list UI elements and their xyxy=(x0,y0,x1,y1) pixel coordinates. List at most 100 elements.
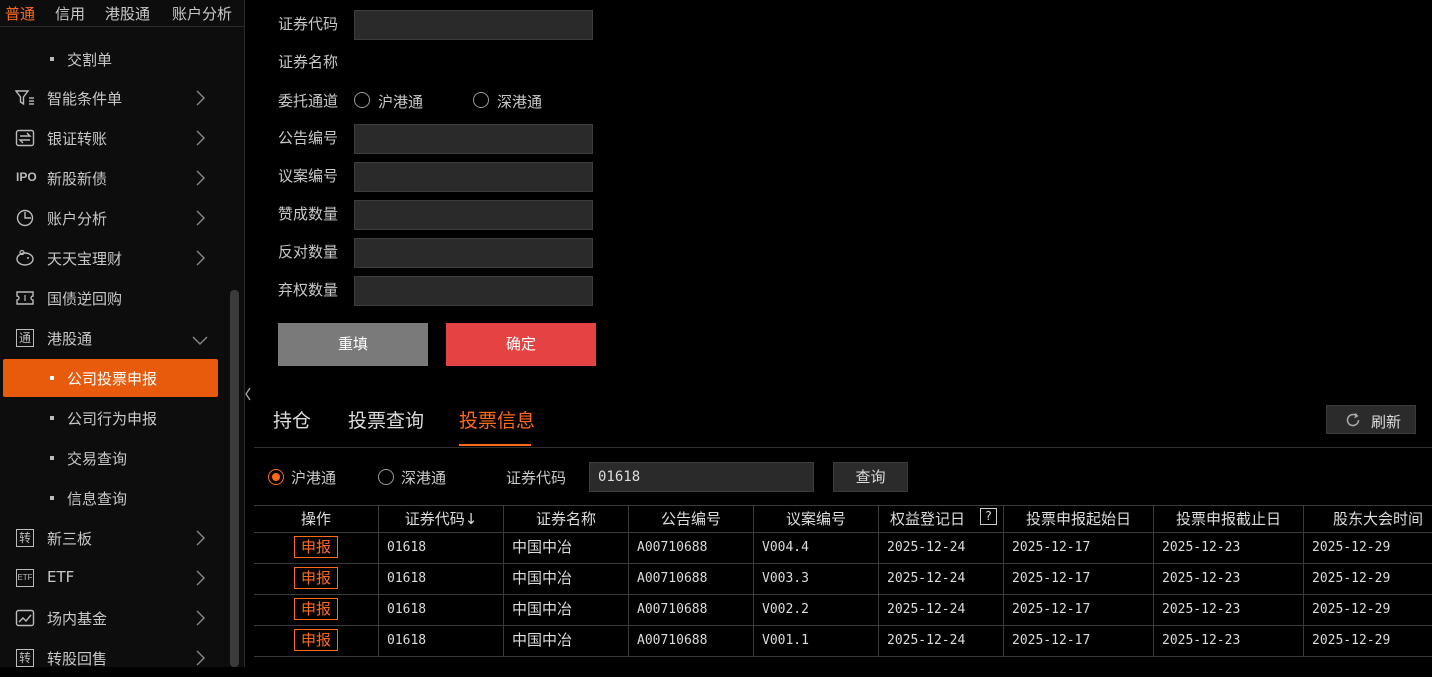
filter-radio-label-sh: 沪港通 xyxy=(291,469,337,487)
filter-radio-sz-hk-connect[interactable] xyxy=(378,469,394,485)
sidebar-item-ipo[interactable]: IPO 新股新债 xyxy=(0,159,228,197)
start-date-cell: 2025-12-17 xyxy=(1004,563,1154,594)
query-button[interactable]: 查询 xyxy=(833,462,908,492)
col-header-code[interactable]: 证券代码↓ xyxy=(379,506,504,532)
code-cell: 01618 xyxy=(379,532,504,563)
announcement-no-input[interactable] xyxy=(354,124,593,154)
declare-button[interactable]: 申报 xyxy=(294,536,338,558)
sidebar-scrollbar[interactable] xyxy=(230,290,239,667)
tab-hk-connect[interactable]: 港股通 xyxy=(105,3,150,24)
for-qty-input[interactable] xyxy=(354,200,593,230)
sidebar-item-treasury-repo[interactable]: 国债逆回购 xyxy=(0,279,228,317)
chevron-right-icon xyxy=(196,650,205,666)
refresh-icon xyxy=(1346,412,1360,427)
refresh-label: 刷新 xyxy=(1371,413,1402,431)
table-row: 申报 01618 中国中冶 A00710688 V001.1 2025-12-2… xyxy=(254,625,1432,657)
sidebar-item-corporate-action[interactable]: 公司行为申报 xyxy=(0,399,228,437)
code-cell: 01618 xyxy=(379,594,504,625)
code-cell: 01618 xyxy=(379,563,504,594)
sidebar-item-account-analysis[interactable]: 账户分析 xyxy=(0,199,228,237)
account-type-tabs: 普通 信用 港股通 账户分析 xyxy=(0,0,244,27)
refresh-button[interactable]: 刷新 xyxy=(1326,405,1416,434)
sidebar-item-delivery-note[interactable]: 交割单 xyxy=(0,40,228,78)
name-cell: 中国中冶 xyxy=(504,594,629,625)
filter-code-input[interactable] xyxy=(589,462,814,492)
announcement-cell: A00710688 xyxy=(629,532,754,563)
help-icon[interactable]: ? xyxy=(980,508,997,525)
collapse-sidebar-handle[interactable] xyxy=(244,380,252,408)
sidebar-item-neeq[interactable]: 转 新三板 xyxy=(0,519,228,557)
tab-credit[interactable]: 信用 xyxy=(55,3,85,24)
zhuan-icon: 转 xyxy=(16,529,34,547)
for-qty-label: 赞成数量 xyxy=(278,205,339,223)
table-header: 操作 证券代码↓ 证券名称 公告编号 议案编号 权益登记日 投票申报起始日 投票… xyxy=(254,505,1432,533)
sidebar-item-company-vote-declaration[interactable]: 公司投票申报 xyxy=(3,359,218,397)
record-date-cell: 2025-12-24 xyxy=(879,594,1004,625)
sidebar-item-etf[interactable]: ETF ETF xyxy=(0,559,228,597)
col-header-announcement[interactable]: 公告编号 xyxy=(629,506,754,532)
col-header-action: 操作 xyxy=(254,506,379,532)
filter-radio-sh-hk-connect[interactable] xyxy=(268,469,284,485)
abstain-qty-input[interactable] xyxy=(354,276,593,306)
chevron-right-icon xyxy=(196,170,205,186)
col-header-end-date[interactable]: 投票申报截止日 xyxy=(1154,506,1304,532)
action-cell: 申报 xyxy=(254,563,379,594)
transfer-icon xyxy=(15,129,35,147)
abstain-qty-label: 弃权数量 xyxy=(278,281,339,299)
sidebar-item-tiantianbao[interactable]: 天天宝理财 xyxy=(0,239,228,277)
sidebar-item-exchange-fund[interactable]: 场内基金 xyxy=(0,599,228,637)
declare-button[interactable]: 申报 xyxy=(294,567,338,589)
announcement-cell: A00710688 xyxy=(629,563,754,594)
sidebar-item-hk-connect[interactable]: 通 港股通 xyxy=(0,319,228,357)
sidebar-item-convertible-putback[interactable]: 转 转股回售 xyxy=(0,639,228,677)
sidebar-item-label: 国债逆回购 xyxy=(47,290,123,308)
col-header-name[interactable]: 证券名称 xyxy=(504,506,629,532)
sidebar: 普通 信用 港股通 账户分析 交割单 智能条件单 银证转账 IPO 新股新债 账… xyxy=(0,0,245,668)
proposal-cell: V004.4 xyxy=(754,532,879,563)
radio-sz-hk-connect[interactable] xyxy=(473,92,489,108)
radio-label-sh-hk-connect: 沪港通 xyxy=(378,93,424,111)
sidebar-item-label: 交易查询 xyxy=(67,450,128,468)
start-date-cell: 2025-12-17 xyxy=(1004,594,1154,625)
tab-holdings[interactable]: 持仓 xyxy=(273,406,311,433)
chevron-down-icon xyxy=(192,336,208,345)
tab-vote-info[interactable]: 投票信息 xyxy=(459,406,535,433)
sidebar-item-label: 港股通 xyxy=(47,330,93,348)
sidebar-item-info-query[interactable]: 信息查询 xyxy=(0,479,228,517)
bullet-icon xyxy=(50,416,54,420)
piggy-bank-icon xyxy=(16,249,34,266)
tab-vote-query[interactable]: 投票查询 xyxy=(348,406,424,433)
tab-account-analysis[interactable]: 账户分析 xyxy=(172,3,232,24)
divider xyxy=(254,447,1432,448)
chevron-right-icon xyxy=(196,250,205,266)
radio-sh-hk-connect[interactable] xyxy=(354,92,370,108)
sidebar-item-label: 新三板 xyxy=(47,530,93,548)
filter-icon xyxy=(15,90,34,106)
record-date-cell: 2025-12-24 xyxy=(879,625,1004,656)
record-date-cell: 2025-12-24 xyxy=(879,563,1004,594)
security-code-input[interactable] xyxy=(354,10,593,40)
reset-button[interactable]: 重填 xyxy=(278,323,428,366)
proposal-no-input[interactable] xyxy=(354,162,593,192)
bullet-icon xyxy=(50,456,54,460)
col-header-meeting-time[interactable]: 股东大会时间 xyxy=(1304,506,1432,532)
sidebar-item-smart-conditional-order[interactable]: 智能条件单 xyxy=(0,79,228,117)
declare-button[interactable]: 申报 xyxy=(294,598,338,620)
against-qty-input[interactable] xyxy=(354,238,593,268)
trend-chart-icon xyxy=(15,609,35,627)
sidebar-item-label: 转股回售 xyxy=(47,650,108,668)
col-header-start-date[interactable]: 投票申报起始日 xyxy=(1004,506,1154,532)
tab-normal[interactable]: 普通 xyxy=(5,3,35,24)
table-row: 申报 01618 中国中冶 A00710688 V002.2 2025-12-2… xyxy=(254,594,1432,626)
sidebar-item-trade-query[interactable]: 交易查询 xyxy=(0,439,228,477)
sidebar-item-label: 公司投票申报 xyxy=(67,370,158,388)
chevron-right-icon xyxy=(196,610,205,626)
confirm-button[interactable]: 确定 xyxy=(446,323,596,366)
sidebar-item-bank-transfer[interactable]: 银证转账 xyxy=(0,119,228,157)
table-row: 申报 01618 中国中冶 A00710688 V003.3 2025-12-2… xyxy=(254,563,1432,595)
proposal-no-label: 议案编号 xyxy=(278,167,339,185)
declare-button[interactable]: 申报 xyxy=(294,629,338,651)
col-header-proposal[interactable]: 议案编号 xyxy=(754,506,879,532)
sidebar-item-label: 交割单 xyxy=(67,51,113,69)
sidebar-item-label: 信息查询 xyxy=(67,490,128,508)
